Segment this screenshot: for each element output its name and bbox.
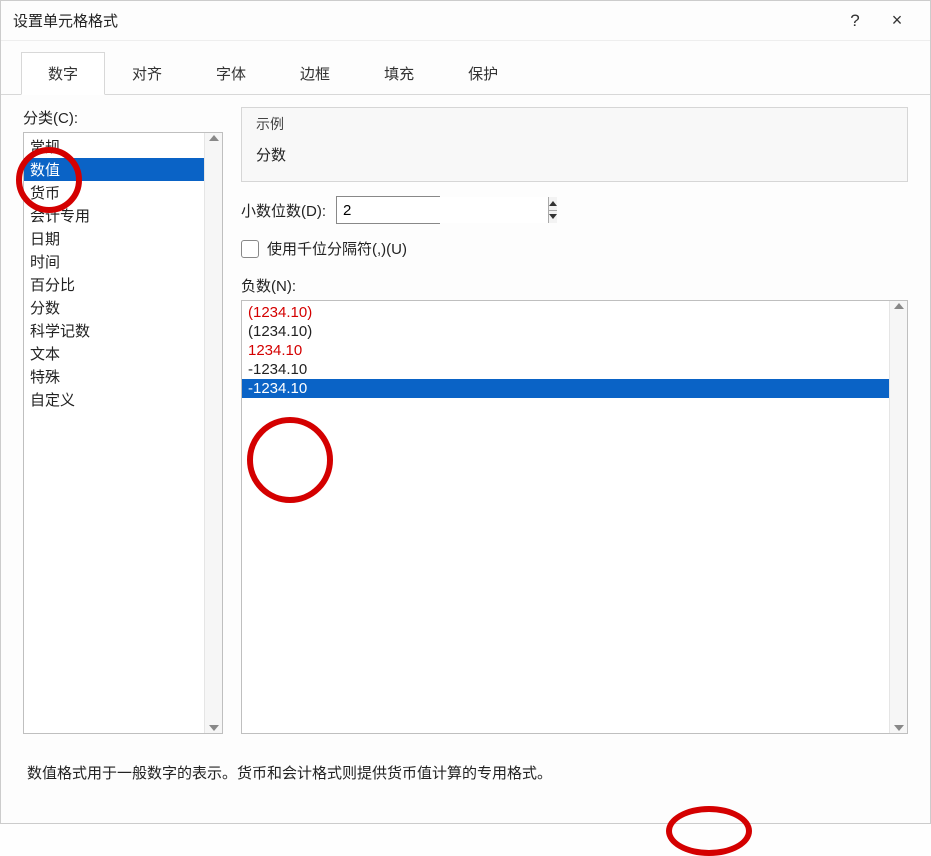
decimal-label: 小数位数(D): (241, 200, 326, 221)
negative-scrollbar[interactable] (889, 301, 907, 733)
negative-item[interactable]: -1234.10 (242, 379, 889, 398)
category-item-percentage[interactable]: 百分比 (24, 273, 204, 296)
category-item-general[interactable]: 常规 (24, 135, 204, 158)
scroll-down-icon (894, 725, 904, 731)
format-description: 数值格式用于一般数字的表示。货币和会计格式则提供货币值计算的专用格式。 (23, 734, 908, 823)
category-item-custom[interactable]: 自定义 (24, 388, 204, 411)
negative-item[interactable]: 1234.10 (242, 341, 889, 360)
settings-column: 示例 分数 小数位数(D): 使用千位分隔符(,)(U) (241, 107, 908, 734)
tab-fill[interactable]: 填充 (357, 52, 441, 95)
category-label: 分类(C): (23, 107, 223, 128)
negative-items: (1234.10) (1234.10) 1234.10 -1234.10 -12… (242, 301, 889, 733)
tab-strip: 数字 对齐 字体 边框 填充 保护 (1, 41, 930, 95)
category-scrollbar[interactable] (204, 133, 222, 733)
category-item-time[interactable]: 时间 (24, 250, 204, 273)
category-item-scientific[interactable]: 科学记数 (24, 319, 204, 342)
category-items: 常规 数值 货币 会计专用 日期 时间 百分比 分数 科学记数 文本 特殊 自定… (24, 133, 204, 733)
tab-font[interactable]: 字体 (189, 52, 273, 95)
negative-item[interactable]: (1234.10) (242, 303, 889, 322)
negative-item[interactable]: (1234.10) (242, 322, 889, 341)
tab-content: 分类(C): 常规 数值 货币 会计专用 日期 时间 百分比 分数 科学记数 文… (1, 95, 930, 823)
main-row: 分类(C): 常规 数值 货币 会计专用 日期 时间 百分比 分数 科学记数 文… (23, 107, 908, 734)
spinner-up-button[interactable] (549, 197, 557, 210)
category-item-currency[interactable]: 货币 (24, 181, 204, 204)
decimal-row: 小数位数(D): (241, 196, 908, 224)
thousands-label[interactable]: 使用千位分隔符(,)(U) (267, 238, 407, 259)
decimal-spinner[interactable] (336, 196, 440, 224)
scroll-down-icon (209, 725, 219, 731)
tab-border[interactable]: 边框 (273, 52, 357, 95)
category-item-accounting[interactable]: 会计专用 (24, 204, 204, 227)
thousands-row: 使用千位分隔符(,)(U) (241, 238, 908, 259)
category-listbox[interactable]: 常规 数值 货币 会计专用 日期 时间 百分比 分数 科学记数 文本 特殊 自定… (23, 132, 223, 734)
category-item-number[interactable]: 数值 (24, 158, 204, 181)
category-column: 分类(C): 常规 数值 货币 会计专用 日期 时间 百分比 分数 科学记数 文… (23, 107, 223, 734)
negative-listbox[interactable]: (1234.10) (1234.10) 1234.10 -1234.10 -12… (241, 300, 908, 734)
help-button[interactable]: ? (834, 1, 876, 41)
sample-value: 分数 (256, 144, 893, 165)
scroll-up-icon (894, 303, 904, 309)
negative-item[interactable]: -1234.10 (242, 360, 889, 379)
tab-number[interactable]: 数字 (21, 52, 105, 95)
spinner-down-button[interactable] (549, 210, 557, 224)
decimal-input[interactable] (337, 197, 548, 223)
dialog-title: 设置单元格格式 (13, 10, 834, 31)
spinner-buttons (548, 197, 557, 223)
tab-protection[interactable]: 保护 (441, 52, 525, 95)
close-button[interactable]: × (876, 1, 918, 41)
sample-box: 示例 分数 (241, 107, 908, 182)
scroll-up-icon (209, 135, 219, 141)
chevron-down-icon (549, 214, 557, 219)
sample-label: 示例 (256, 114, 893, 134)
category-item-special[interactable]: 特殊 (24, 365, 204, 388)
category-item-text[interactable]: 文本 (24, 342, 204, 365)
category-item-fraction[interactable]: 分数 (24, 296, 204, 319)
category-item-date[interactable]: 日期 (24, 227, 204, 250)
format-cells-dialog: 设置单元格格式 ? × 数字 对齐 字体 边框 填充 保护 分类(C): 常规 … (0, 0, 931, 824)
tab-alignment[interactable]: 对齐 (105, 52, 189, 95)
negative-label: 负数(N): (241, 275, 908, 296)
thousands-checkbox[interactable] (241, 240, 259, 258)
titlebar: 设置单元格格式 ? × (1, 1, 930, 41)
negative-section: 负数(N): (1234.10) (1234.10) 1234.10 -1234… (241, 275, 908, 734)
chevron-up-icon (549, 201, 557, 206)
